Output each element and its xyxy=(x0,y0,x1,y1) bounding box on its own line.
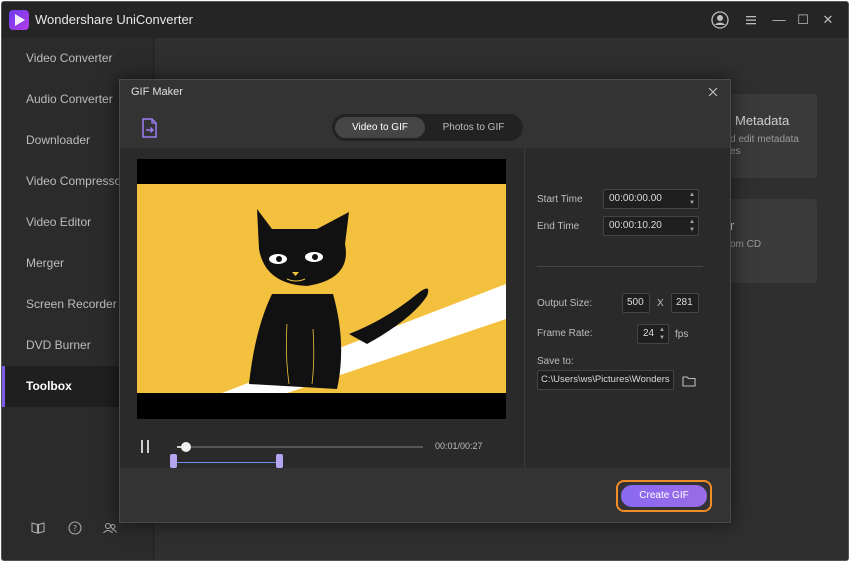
playback-time: 00:01/00:27 xyxy=(435,441,483,451)
video-preview[interactable] xyxy=(137,159,506,419)
playback-slider[interactable] xyxy=(177,446,423,448)
add-file-icon[interactable] xyxy=(141,118,159,138)
end-time-input[interactable]: 00:00:10.20 ▲ ▼ xyxy=(603,216,699,236)
start-time-label: Start Time xyxy=(537,194,583,205)
output-height-input[interactable]: 281 xyxy=(671,293,699,313)
account-icon[interactable] xyxy=(711,11,729,29)
svg-text:?: ? xyxy=(73,524,77,533)
trim-start-handle[interactable] xyxy=(170,454,177,468)
save-path-input[interactable]: C:\Users\ws\Pictures\Wonders xyxy=(537,370,674,390)
create-gif-button[interactable]: Create GIF xyxy=(621,485,707,507)
output-width-input[interactable]: 500 xyxy=(622,293,650,313)
tab-photos-to-gif[interactable]: Photos to GIF xyxy=(427,117,520,138)
folder-icon[interactable] xyxy=(682,374,696,387)
title-bar: Wondershare UniConverter — ☐ ✕ xyxy=(2,2,848,38)
output-size-label: Output Size: xyxy=(537,298,593,309)
size-separator: X xyxy=(657,298,664,309)
app-logo-icon xyxy=(9,10,29,30)
trim-end-handle[interactable] xyxy=(276,454,283,468)
gif-maker-dialog: GIF Maker Video to GIF Photos to GIF 00:… xyxy=(119,79,731,523)
book-icon[interactable] xyxy=(30,520,46,536)
fps-label: fps xyxy=(675,329,689,340)
card-desc: es xyxy=(730,146,741,157)
card-title: Metadata xyxy=(735,113,790,128)
close-window-button[interactable]: ✕ xyxy=(819,11,837,29)
end-time-label: End Time xyxy=(537,221,580,232)
gif-settings-panel: Start Time 00:00:00.00 ▲ ▼ End Time 00:00… xyxy=(524,148,730,468)
start-time-input[interactable]: 00:00:00.00 ▲ ▼ xyxy=(603,189,699,209)
settings-divider xyxy=(537,266,703,267)
menu-icon[interactable] xyxy=(742,11,760,29)
frame-rate-label: Frame Rate: xyxy=(537,328,593,339)
card-desc: om CD xyxy=(730,239,762,250)
end-time-stepper[interactable]: ▲ ▼ xyxy=(688,218,696,234)
close-icon[interactable] xyxy=(706,85,720,99)
frame-rate-stepper[interactable]: ▲ ▼ xyxy=(658,326,666,342)
sidebar-item-video-converter[interactable]: Video Converter xyxy=(2,38,154,79)
minimize-button[interactable]: — xyxy=(770,11,788,29)
save-to-label: Save to: xyxy=(537,356,574,367)
gif-mode-tabs: Video to GIF Photos to GIF xyxy=(332,114,523,141)
app-title: Wondershare UniConverter xyxy=(35,12,193,27)
dialog-title: GIF Maker xyxy=(131,86,183,98)
tab-video-to-gif[interactable]: Video to GIF xyxy=(335,117,425,138)
users-icon[interactable] xyxy=(102,520,118,536)
frame-rate-input[interactable]: 24 ▲ ▼ xyxy=(637,324,669,344)
maximize-button[interactable]: ☐ xyxy=(794,11,812,29)
card-desc: d edit metadata xyxy=(730,134,799,145)
app-window: Wondershare UniConverter — ☐ ✕ Video Con… xyxy=(1,1,849,561)
help-icon[interactable]: ? xyxy=(67,520,83,536)
playback-slider-handle[interactable] xyxy=(181,442,191,452)
trim-range-line xyxy=(175,462,280,463)
pause-button[interactable] xyxy=(140,440,152,454)
video-frame-image xyxy=(137,184,506,393)
start-time-stepper[interactable]: ▲ ▼ xyxy=(688,191,696,207)
